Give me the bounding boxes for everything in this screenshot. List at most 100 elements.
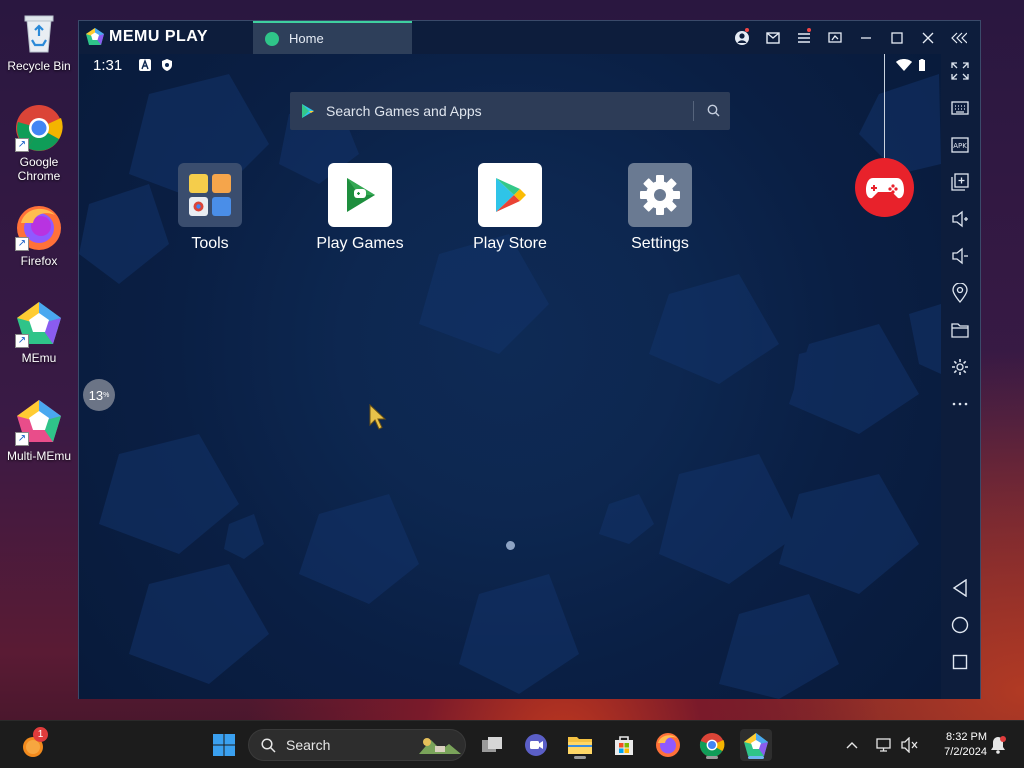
- taskbar-meet[interactable]: [520, 729, 552, 761]
- location-pin-icon: [952, 283, 968, 303]
- taskbar-chrome[interactable]: [696, 729, 728, 761]
- system-clock[interactable]: 8:32 PM 7/2/2024: [925, 730, 987, 760]
- app-label: Play Store: [473, 235, 547, 252]
- shared-folder-button[interactable]: [947, 317, 973, 343]
- desktop-icon-multi-memu[interactable]: ↗ Multi-MEmu: [2, 398, 76, 463]
- windows-logo-icon: [213, 734, 235, 756]
- home-button[interactable]: [947, 612, 973, 638]
- app-play-store[interactable]: Play Store: [455, 163, 565, 253]
- taskbar-file-explorer[interactable]: [564, 729, 596, 761]
- keyboard-mapping-button[interactable]: [947, 95, 973, 121]
- wallpaper-pentagons: [79, 74, 941, 699]
- desktop-icon-recycle-bin[interactable]: Recycle Bin: [2, 8, 76, 73]
- close-button[interactable]: [912, 21, 943, 54]
- mail-button[interactable]: [757, 21, 788, 54]
- show-hidden-icons-button[interactable]: [836, 729, 868, 761]
- app-label: Settings: [631, 235, 689, 252]
- collapse-sidebar-button[interactable]: [943, 21, 974, 54]
- shield-icon: [162, 59, 172, 71]
- tab-home-label: Home: [289, 31, 324, 46]
- memu-logo-icon: [86, 28, 104, 45]
- account-button[interactable]: [726, 21, 757, 54]
- settings-gear-icon: [628, 163, 692, 227]
- menu-button[interactable]: [788, 21, 819, 54]
- search-placeholder: Search Games and Apps: [326, 103, 482, 119]
- settings-button[interactable]: [947, 354, 973, 380]
- fullscreen-icon: [951, 62, 969, 80]
- search-highlight-icon: [419, 738, 461, 754]
- desktop-icon-label: Firefox: [20, 254, 58, 268]
- play-triangle-icon: [302, 104, 314, 118]
- more-button[interactable]: [947, 391, 973, 417]
- back-button[interactable]: [947, 575, 973, 601]
- taskbar-store[interactable]: [608, 729, 640, 761]
- android-status-bar: 1:31: [79, 54, 941, 78]
- more-dots-icon: [952, 402, 968, 406]
- firefox-icon: [656, 733, 680, 757]
- app-settings[interactable]: Settings: [605, 163, 715, 253]
- minimize-icon: [860, 36, 871, 39]
- page-indicator-dot: [506, 541, 515, 550]
- apk-icon: APK: [951, 137, 969, 153]
- play-games-icon: [328, 163, 392, 227]
- hamburger-icon: [797, 32, 810, 43]
- memu-icon: [744, 733, 768, 756]
- desktop-icon-google-chrome[interactable]: ↗ Google Chrome: [2, 104, 76, 183]
- play-store-icon: [478, 163, 542, 227]
- back-triangle-icon: [952, 579, 967, 597]
- status-time: 1:31: [93, 57, 123, 74]
- firefox-icon: ↗: [15, 203, 63, 251]
- app-label: Tools: [191, 235, 229, 252]
- taskbar-firefox[interactable]: [652, 729, 684, 761]
- notifications-button[interactable]: [982, 729, 1014, 761]
- taskbar-task-view[interactable]: [476, 729, 508, 761]
- android-home-screen[interactable]: 1:31 Search Games and Apps Tools Play Ga…: [79, 54, 941, 699]
- search-games-bar[interactable]: Search Games and Apps: [290, 92, 730, 130]
- tools-folder-icon: [178, 163, 242, 227]
- desktop-icon-firefox[interactable]: ↗ Firefox: [2, 203, 76, 268]
- recents-square-icon: [952, 654, 968, 670]
- search-icon: [261, 737, 276, 753]
- running-indicator: [706, 756, 718, 759]
- active-indicator: [748, 756, 764, 759]
- mouse-cursor-icon: [369, 404, 387, 430]
- gamepad-tether: [884, 54, 885, 159]
- screen-icon: [827, 31, 842, 43]
- fullscreen-button[interactable]: [947, 58, 973, 84]
- chevron-up-icon: [846, 742, 858, 749]
- volume-down-button[interactable]: [947, 243, 973, 269]
- minimize-button[interactable]: [850, 21, 881, 54]
- task-view-icon: [482, 737, 502, 752]
- screen-settings-button[interactable]: [819, 21, 850, 54]
- desktop-icon-label: Multi-MEmu: [6, 449, 71, 463]
- progress-indicator: 13%: [83, 379, 115, 411]
- recents-button[interactable]: [947, 649, 973, 675]
- search-icon[interactable]: [707, 104, 720, 117]
- maximize-button[interactable]: [881, 21, 912, 54]
- volume-up-button[interactable]: [947, 206, 973, 232]
- app-tools[interactable]: Tools: [155, 163, 265, 253]
- folder-icon: [951, 323, 969, 338]
- network-icon: [876, 738, 891, 752]
- start-button[interactable]: [208, 729, 240, 761]
- multi-memu-icon: ↗: [15, 398, 63, 446]
- desktop-icon-memu[interactable]: ↗ MEmu: [2, 300, 76, 365]
- taskbar-memu[interactable]: [740, 729, 772, 761]
- app-label: Play Games: [316, 235, 404, 252]
- memu-icon: ↗: [15, 300, 63, 348]
- chrome-icon: ↗: [15, 104, 63, 152]
- taskbar-search[interactable]: Search: [248, 729, 466, 761]
- taskbar-weather-widget[interactable]: 1: [17, 727, 49, 761]
- multi-window-button[interactable]: [947, 169, 973, 195]
- location-button[interactable]: [947, 280, 973, 306]
- gamepad-floating-button[interactable]: [855, 158, 914, 217]
- notification-a-icon: [139, 59, 151, 71]
- gamepad-icon: [865, 177, 904, 198]
- install-apk-button[interactable]: APK: [947, 132, 973, 158]
- chrome-icon: [699, 733, 725, 758]
- store-icon: [615, 736, 633, 755]
- volume-status[interactable]: [894, 729, 926, 761]
- windows-taskbar: 1 Search 8:32 PM 7/2/2024: [0, 720, 1024, 768]
- tab-home[interactable]: Home: [253, 21, 412, 54]
- app-play-games[interactable]: Play Games: [305, 163, 415, 253]
